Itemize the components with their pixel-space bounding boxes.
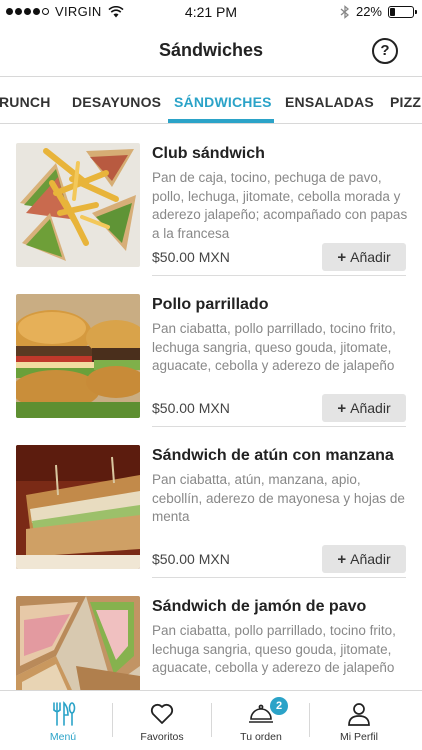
nav-profile-label: Mi Perfil xyxy=(340,731,378,743)
tab-desayunos[interactable]: DESAYUNOS xyxy=(72,94,161,110)
tab-sandwiches[interactable]: SÁNDWICHES xyxy=(174,94,272,110)
tab-pizzas[interactable]: PIZZ xyxy=(390,94,421,110)
add-button[interactable]: + Añadir xyxy=(322,545,406,573)
club-sandwich-photo xyxy=(16,143,140,267)
nav-favorites-label: Favoritos xyxy=(140,731,184,743)
nav-profile[interactable]: Mi Perfil xyxy=(310,691,408,750)
heart-icon xyxy=(150,703,174,724)
nav-menu[interactable]: Menú xyxy=(14,691,112,750)
item-price: $50.00 MXN xyxy=(152,249,230,265)
help-button[interactable]: ? xyxy=(372,38,398,64)
menu-item[interactable]: Sándwich de jamón de pavo Pan ciabatta, … xyxy=(0,578,422,690)
status-right: 22% xyxy=(340,4,417,19)
nav-favorites[interactable]: Favoritos xyxy=(113,691,211,750)
user-icon xyxy=(348,703,370,726)
nav-menu-label: Menú xyxy=(49,731,77,743)
item-name: Pollo parrillado xyxy=(152,296,269,313)
item-description: Pan ciabatta, pollo parrillado, tocino f… xyxy=(152,321,396,373)
item-description: Pan de caja, tocino, pechuga de pavo, po… xyxy=(152,170,408,241)
add-button-label: Añadir xyxy=(350,400,391,416)
turkey-ham-sandwich-photo xyxy=(16,596,140,690)
add-button-label: Añadir xyxy=(350,249,391,265)
add-button[interactable]: + Añadir xyxy=(322,243,406,271)
item-name: Sándwich de atún con manzana xyxy=(152,447,394,464)
category-tabs: RUNCH DESAYUNOS SÁNDWICHES ENSALADAS PIZ… xyxy=(0,76,422,124)
tab-brunch[interactable]: RUNCH xyxy=(0,94,51,110)
battery-percent: 22% xyxy=(355,4,382,19)
nav-order-label: Tu orden xyxy=(240,731,282,743)
plus-icon: + xyxy=(337,248,347,266)
tab-ensaladas[interactable]: ENSALADAS xyxy=(285,94,374,110)
menu-item[interactable]: Sándwich de atún con manzana Pan ciabatt… xyxy=(0,427,422,578)
bluetooth-icon xyxy=(340,4,349,19)
plus-icon: + xyxy=(337,550,347,568)
utensils-icon xyxy=(53,701,76,726)
item-name: Sándwich de jamón de pavo xyxy=(152,598,367,615)
nav-order[interactable]: 2 Tu orden xyxy=(212,691,310,750)
menu-list[interactable]: Club sándwich Pan de caja, tocino, pechu… xyxy=(0,125,422,690)
menu-item[interactable]: Pollo parrillado Pan ciabatta, pollo par… xyxy=(0,276,422,427)
item-name: Club sándwich xyxy=(152,145,265,162)
add-button[interactable]: + Añadir xyxy=(322,394,406,422)
page-title: Sándwiches xyxy=(158,40,264,60)
tuna-apple-sandwich-photo xyxy=(16,445,140,569)
add-button-label: Añadir xyxy=(350,551,391,567)
navigation-bar: Sándwiches ? xyxy=(0,24,422,76)
battery-level xyxy=(390,7,395,16)
plus-icon: + xyxy=(337,399,347,417)
grilled-chicken-sandwich-photo xyxy=(16,294,140,418)
order-count-badge: 2 xyxy=(270,697,288,715)
status-bar: VIRGIN 4:21 PM 22% xyxy=(0,0,422,24)
battery-icon xyxy=(388,5,417,18)
item-price: $50.00 MXN xyxy=(152,400,230,416)
menu-item[interactable]: Club sándwich Pan de caja, tocino, pechu… xyxy=(0,125,422,276)
item-description: Pan ciabatta, atún, manzana, apio, cebol… xyxy=(152,472,405,524)
active-tab-indicator xyxy=(168,119,274,123)
item-price: $50.00 MXN xyxy=(152,551,230,567)
item-description: Pan ciabatta, pollo parrillado, tocino f… xyxy=(152,623,396,675)
bottom-navigation: Menú Favoritos 2 Tu orden Mi Perfil xyxy=(0,690,422,750)
